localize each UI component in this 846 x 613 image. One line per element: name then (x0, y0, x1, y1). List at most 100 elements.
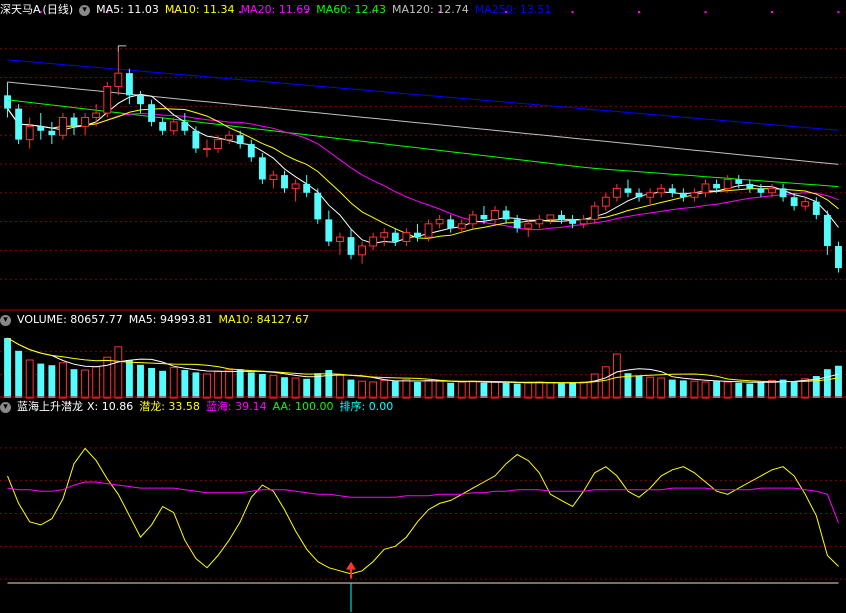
candlestick[interactable] (358, 241, 367, 264)
volume-bar[interactable] (81, 369, 90, 399)
candlestick[interactable] (291, 179, 300, 202)
candlestick[interactable] (258, 152, 266, 184)
candlestick[interactable] (81, 113, 90, 136)
candlestick[interactable] (380, 228, 389, 246)
candlestick[interactable] (657, 183, 666, 198)
volume-bar[interactable] (4, 338, 11, 398)
candlestick[interactable] (402, 228, 411, 246)
volume-bar[interactable] (468, 380, 477, 399)
volume-bar[interactable] (148, 368, 156, 398)
volume-bar[interactable] (835, 365, 842, 398)
volume-bar[interactable] (125, 360, 133, 398)
candlestick[interactable] (192, 126, 200, 153)
volume-bar[interactable] (679, 380, 687, 398)
volume-bar[interactable] (447, 382, 455, 398)
candlestick[interactable] (325, 210, 333, 246)
volume-bar[interactable] (236, 369, 244, 398)
volume-bar[interactable] (103, 356, 112, 399)
volume-bar[interactable] (668, 379, 676, 398)
volume-bar[interactable] (358, 380, 367, 399)
volume-bar[interactable] (414, 382, 421, 398)
candlestick[interactable] (159, 117, 167, 136)
candlestick[interactable] (169, 117, 178, 136)
volume-bar[interactable] (15, 350, 23, 398)
volume-bar[interactable] (258, 374, 266, 398)
volume-bar[interactable] (48, 365, 56, 398)
candlestick[interactable] (468, 210, 477, 229)
indicator-name[interactable]: 蓝海上升潜龙 (17, 400, 83, 413)
volume-bar[interactable] (635, 375, 643, 398)
candlestick[interactable] (535, 214, 544, 229)
volume-bar[interactable] (424, 379, 433, 399)
candlestick[interactable] (435, 214, 444, 229)
candlestick[interactable] (579, 214, 588, 229)
candlestick[interactable] (247, 139, 255, 162)
volume-bar[interactable] (502, 382, 510, 398)
signal-arrow-icon[interactable] (345, 561, 356, 570)
candlestick[interactable] (801, 197, 810, 211)
candlestick[interactable] (48, 121, 56, 145)
volume-bar[interactable] (70, 369, 78, 398)
volume-bar[interactable] (225, 369, 234, 399)
volume-bar[interactable] (790, 381, 798, 398)
chevron-down-icon[interactable]: ▾ (0, 401, 11, 413)
indicator-panel[interactable] (7, 447, 839, 612)
candlestick[interactable] (502, 206, 510, 224)
volume-bar[interactable] (491, 381, 499, 399)
candlestick[interactable] (601, 192, 610, 211)
volume-bar[interactable] (480, 382, 488, 398)
volume-bar[interactable] (114, 346, 123, 399)
price-panel[interactable] (4, 11, 842, 273)
volume-bar[interactable] (92, 366, 101, 399)
candlestick[interactable] (558, 210, 565, 224)
volume-bar[interactable] (247, 372, 255, 398)
candlestick[interactable] (635, 188, 643, 202)
volume-bar[interactable] (779, 379, 787, 398)
volume-bar[interactable] (380, 379, 389, 399)
volume-bar[interactable] (735, 382, 743, 398)
volume-bar[interactable] (590, 373, 599, 399)
volume-bar[interactable] (646, 376, 655, 399)
candlestick[interactable] (203, 139, 211, 158)
volume-bar[interactable] (25, 359, 34, 399)
volume-bar[interactable] (181, 370, 189, 398)
volume-bar[interactable] (391, 381, 399, 398)
volume-bar[interactable] (558, 383, 565, 398)
volume-bar[interactable] (291, 377, 300, 399)
volume-bar[interactable] (569, 382, 577, 398)
candlestick[interactable] (612, 183, 621, 202)
candlestick[interactable] (457, 219, 466, 233)
candlestick[interactable] (148, 99, 156, 127)
candlestick[interactable] (491, 206, 499, 224)
volume-bar[interactable] (513, 383, 521, 398)
candlestick[interactable] (58, 113, 67, 140)
candlestick[interactable] (679, 188, 687, 202)
volume-bar[interactable] (768, 379, 776, 399)
candlestick[interactable] (369, 232, 378, 251)
volume-bar[interactable] (723, 381, 732, 399)
candlestick[interactable] (513, 214, 521, 233)
volume-panel[interactable] (4, 337, 842, 399)
candlestick[interactable] (25, 117, 34, 149)
volume-bar[interactable] (823, 369, 831, 398)
volume-bar[interactable] (347, 379, 355, 398)
volume-bar[interactable] (690, 380, 699, 399)
candlestick[interactable] (314, 188, 322, 224)
volume-bar[interactable] (303, 378, 311, 398)
volume-bar[interactable] (58, 362, 67, 399)
candlestick[interactable] (823, 210, 831, 255)
candlestick[interactable] (835, 241, 842, 273)
candlestick[interactable] (447, 214, 455, 233)
volume-bar[interactable] (579, 381, 588, 399)
candlestick[interactable] (624, 179, 632, 198)
volume-bar[interactable] (214, 371, 222, 399)
period-label[interactable]: (日线) (43, 3, 74, 16)
volume-bar[interactable] (546, 382, 555, 399)
candlestick[interactable] (335, 232, 344, 255)
volume-bar[interactable] (612, 353, 621, 399)
candlestick[interactable] (746, 179, 754, 193)
candlestick[interactable] (281, 170, 288, 193)
candlestick[interactable] (114, 51, 123, 96)
candlestick[interactable] (225, 130, 234, 145)
volume-bar[interactable] (435, 380, 444, 399)
